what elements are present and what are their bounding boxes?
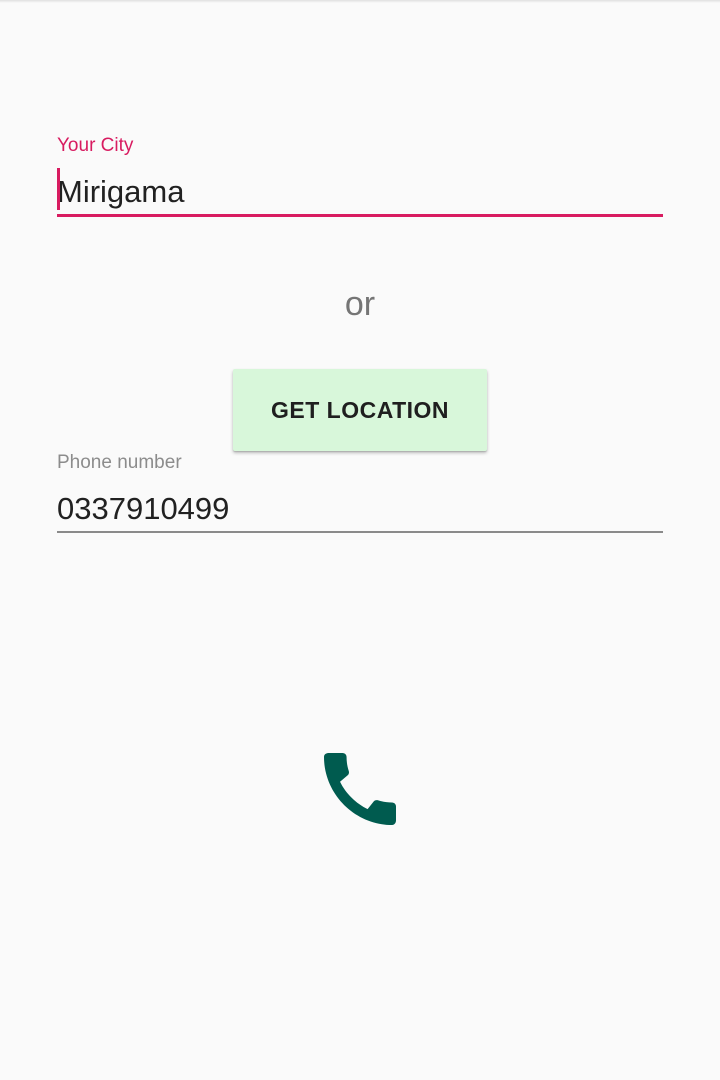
phone-glyph <box>324 753 396 825</box>
city-field-label: Your City <box>57 135 134 156</box>
phone-field[interactable]: Phone number <box>57 451 663 537</box>
call-button[interactable] <box>312 741 408 837</box>
app-bar-shadow <box>0 0 720 3</box>
get-location-button[interactable]: GET LOCATION <box>233 369 487 451</box>
phone-icon <box>324 753 396 825</box>
text-cursor <box>57 168 60 210</box>
phone-number-input[interactable] <box>57 489 663 529</box>
phone-field-underline <box>57 531 663 533</box>
phone-field-label: Phone number <box>57 452 182 473</box>
city-field-underline <box>57 214 663 217</box>
city-field[interactable]: Your City <box>57 134 663 220</box>
or-separator: or <box>344 285 376 323</box>
city-input[interactable] <box>57 172 663 212</box>
